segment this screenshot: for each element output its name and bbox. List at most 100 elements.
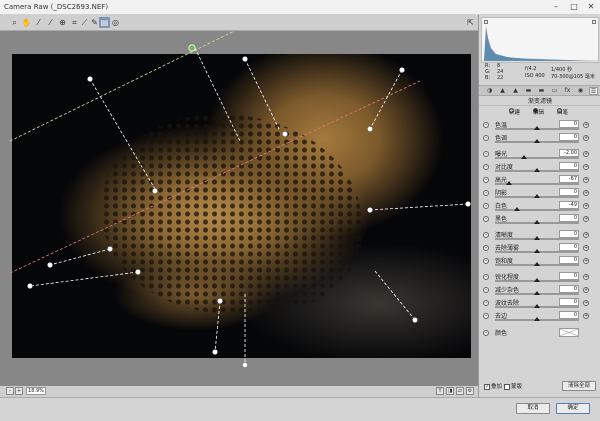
slider-value[interactable]: 0 xyxy=(559,256,579,264)
pin-handle[interactable] xyxy=(465,201,471,207)
slider-thumb[interactable] xyxy=(506,181,513,185)
slider-value[interactable]: 0 xyxy=(559,285,579,293)
pin-handle[interactable] xyxy=(47,262,53,268)
tab-camera-calibration[interactable]: ◉ xyxy=(576,87,585,95)
pin-handle[interactable] xyxy=(412,317,418,323)
plus-icon[interactable]: + xyxy=(583,135,589,141)
slider-track[interactable] xyxy=(495,157,579,159)
before-after-icon[interactable]: ◨ xyxy=(446,387,454,395)
pin-handle[interactable] xyxy=(152,188,158,194)
tab-lens[interactable]: ▭ xyxy=(550,87,559,95)
preview-toggle-icon[interactable]: Y xyxy=(436,387,444,395)
close-icon[interactable]: ✕ xyxy=(583,1,599,13)
plus-icon[interactable]: + xyxy=(583,287,589,293)
slider-value[interactable]: 0 xyxy=(559,120,579,128)
pin-handle[interactable] xyxy=(217,298,223,304)
pin-handle[interactable] xyxy=(242,362,248,368)
plus-icon[interactable]: + xyxy=(583,190,589,196)
slider-thumb[interactable] xyxy=(534,291,540,295)
plus-icon[interactable]: + xyxy=(583,122,589,128)
color-swatch[interactable] xyxy=(559,328,579,337)
pin-handle[interactable] xyxy=(367,126,373,132)
slider-thumb[interactable] xyxy=(534,168,540,172)
slider-value[interactable]: 0 xyxy=(559,214,579,222)
slider-value[interactable]: 0 xyxy=(559,188,579,196)
pin-handle[interactable] xyxy=(399,67,405,73)
minus-icon[interactable]: – xyxy=(483,232,489,238)
slider-value[interactable]: 0 xyxy=(559,162,579,170)
slider-value[interactable]: -49 xyxy=(559,201,579,209)
tab-tone-curve[interactable]: ▲ xyxy=(498,87,507,95)
plus-icon[interactable]: + xyxy=(583,300,589,306)
plus-icon[interactable]: + xyxy=(583,274,589,280)
hand-tool-icon[interactable]: ✋ xyxy=(21,17,32,28)
minus-icon[interactable]: – xyxy=(483,164,489,170)
tab-hsl[interactable]: ▬ xyxy=(524,87,533,95)
minus-icon[interactable]: – xyxy=(483,190,489,196)
cancel-button[interactable]: 取消 xyxy=(516,403,550,414)
tab-basic[interactable]: ◑ xyxy=(485,87,494,95)
slider-thumb[interactable] xyxy=(534,126,540,130)
minus-icon[interactable]: – xyxy=(483,216,489,222)
slider-thumb[interactable] xyxy=(534,194,540,198)
shadow-clipping-icon[interactable] xyxy=(484,20,488,24)
filter-green-pin[interactable] xyxy=(188,44,196,52)
slider-thumb[interactable] xyxy=(534,278,540,282)
slider-thumb[interactable] xyxy=(520,155,527,159)
slider-thumb[interactable] xyxy=(534,220,540,224)
color-sampler-tool-icon[interactable]: ⁄ xyxy=(45,17,56,28)
ok-button[interactable]: 确定 xyxy=(556,403,590,414)
zoom-tool-icon[interactable]: ⌕ xyxy=(9,17,20,28)
slider-value[interactable]: -2.00 xyxy=(559,149,579,157)
overlay-checkbox[interactable]: ✓ xyxy=(484,383,490,390)
plus-icon[interactable]: + xyxy=(583,258,589,264)
minus-icon[interactable]: – xyxy=(483,151,489,157)
slider-thumb[interactable] xyxy=(534,304,540,308)
pin-handle[interactable] xyxy=(282,131,288,137)
tab-effects[interactable]: fx xyxy=(563,87,572,95)
slider-thumb[interactable] xyxy=(513,207,520,211)
overlay-option[interactable]: ✓ 叠加 xyxy=(484,382,502,390)
maximize-icon[interactable]: □ xyxy=(566,1,582,13)
minus-icon[interactable]: – xyxy=(483,122,489,128)
plus-icon[interactable]: + xyxy=(583,313,589,319)
swap-settings-icon[interactable]: ⇄ xyxy=(456,387,464,395)
slider-value[interactable]: 0 xyxy=(559,298,579,306)
minus-icon[interactable]: – xyxy=(483,300,489,306)
plus-icon[interactable]: + xyxy=(583,203,589,209)
open-preferences-icon[interactable]: ⇱ xyxy=(465,17,476,28)
plus-icon[interactable]: + xyxy=(583,245,589,251)
slider-value[interactable]: 0 xyxy=(559,243,579,251)
targeted-adjustment-tool-icon[interactable]: ⊕ xyxy=(57,17,68,28)
pin-handle[interactable] xyxy=(107,246,113,252)
zoom-in-icon[interactable]: + xyxy=(15,387,23,395)
filter-guide-end-line[interactable] xyxy=(9,80,421,274)
settings-icon[interactable]: ⚙ xyxy=(466,387,474,395)
plus-icon[interactable]: + xyxy=(583,164,589,170)
slider-value[interactable]: 0 xyxy=(559,272,579,280)
white-balance-tool-icon[interactable]: ⁄ xyxy=(33,17,44,28)
slider-thumb[interactable] xyxy=(534,139,540,143)
slider-thumb[interactable] xyxy=(534,249,540,253)
minus-icon[interactable]: – xyxy=(483,135,489,141)
clear-all-button[interactable]: 清除全部 xyxy=(562,381,596,391)
plus-icon[interactable]: + xyxy=(583,216,589,222)
minus-icon[interactable]: – xyxy=(483,274,489,280)
pin-handle[interactable] xyxy=(87,76,93,82)
pin-handle[interactable] xyxy=(27,283,33,289)
slider-thumb[interactable] xyxy=(534,262,540,266)
highlight-clipping-icon[interactable] xyxy=(592,20,596,24)
plus-icon[interactable]: + xyxy=(583,232,589,238)
slider-track[interactable] xyxy=(495,209,579,211)
pin-handle[interactable] xyxy=(135,269,141,275)
tab-presets[interactable]: ☰ xyxy=(589,87,598,95)
color-reset-icon[interactable]: – xyxy=(483,330,489,336)
slider-value[interactable]: 0 xyxy=(559,133,579,141)
slider-thumb[interactable] xyxy=(534,317,540,321)
slider-thumb[interactable] xyxy=(534,236,540,240)
plus-icon[interactable]: + xyxy=(583,151,589,157)
pin-handle[interactable] xyxy=(212,349,218,355)
zoom-out-icon[interactable]: – xyxy=(6,387,14,395)
minus-icon[interactable]: – xyxy=(483,313,489,319)
minus-icon[interactable]: – xyxy=(483,258,489,264)
